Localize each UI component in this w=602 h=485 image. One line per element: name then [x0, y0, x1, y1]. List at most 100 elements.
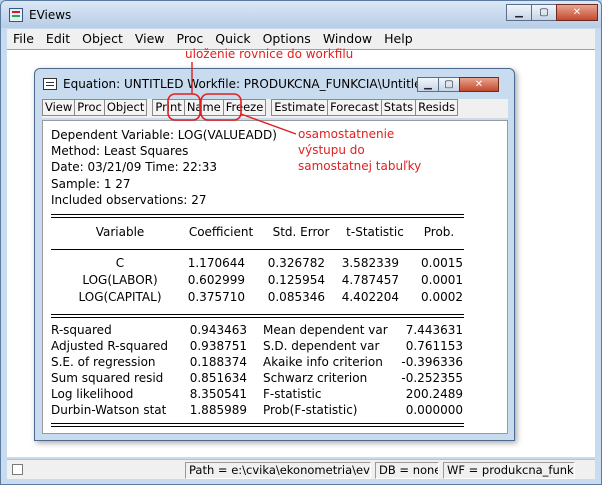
included-observations: Included observations: 27	[51, 192, 207, 207]
stat-label-right: Prob(F-statistic)	[263, 403, 358, 417]
stat-label-left: S.E. of regression	[51, 355, 156, 369]
output-header: Dependent Variable: LOG(VALUEADD) Method…	[51, 127, 277, 208]
stat-value-right: -0.252355	[401, 371, 463, 385]
coef-row-coefficient: 1.170644	[187, 256, 245, 270]
eviews-app-icon	[9, 7, 23, 22]
annotation-name-note: uloženie rovnice do workfilu	[185, 47, 354, 61]
status-wf: WF = produkcna_funkcia	[443, 462, 575, 479]
stat-label-left: Durbin-Watson stat	[51, 403, 167, 417]
object-button[interactable]: Object	[103, 99, 148, 116]
coef-row-std-error: 0.326782	[267, 256, 325, 270]
coef-row-std-error: 0.125954	[267, 273, 325, 287]
stat-value-right: 7.443631	[405, 323, 463, 337]
eq-maximize-icon[interactable]: ▢	[438, 77, 460, 92]
stat-label-right: F-statistic	[263, 387, 322, 401]
main-titlebar[interactable]: EViews ▁ ▢ ✕	[1, 1, 601, 28]
name-button[interactable]: Name	[183, 99, 224, 116]
col-prob: Prob.	[423, 225, 455, 239]
rule-top-2	[51, 217, 464, 218]
dependent-variable: Dependent Variable: LOG(VALUEADD)	[51, 128, 277, 142]
coef-row-t-statistic: 4.787457	[341, 273, 399, 287]
coef-row-prob: 0.0001	[421, 273, 463, 287]
equation-window-controls: ▁ ▢ ✕	[417, 77, 499, 94]
equation-title: Equation: UNTITLED Workfile: PRODUKCNA_F…	[63, 77, 430, 91]
stat-label-right: Schwarz criterion	[263, 371, 368, 385]
main-window-controls: ▁ ▢ ✕	[506, 4, 598, 21]
date-time: Date: 03/21/09 Time: 22:33	[51, 160, 218, 175]
stat-label-right: S.D. dependent var	[263, 339, 380, 353]
coef-row-coefficient: 0.602999	[187, 273, 245, 287]
rule-mid-2	[51, 314, 464, 315]
equation-window: Equation: UNTITLED Workfile: PRODUKCNA_F…	[34, 68, 515, 441]
rule-mid-3	[51, 317, 464, 318]
stat-value-right: 0.000000	[405, 403, 463, 417]
stat-label-left: Sum squared resid	[51, 371, 164, 385]
coef-row-variable: LOG(CAPITAL)	[78, 290, 162, 304]
menu-help[interactable]: Help	[378, 29, 419, 49]
freeze-button[interactable]: Freeze	[222, 99, 267, 116]
status-resize-box[interactable]	[12, 464, 23, 475]
method: Method: Least Squares	[51, 144, 189, 159]
annotation-freeze-note-1: osamostatnenie	[298, 127, 395, 141]
app-title: EViews	[29, 7, 72, 22]
stat-label-right: Mean dependent var	[263, 323, 388, 337]
menu-view[interactable]: View	[129, 29, 171, 49]
stat-value-left: 0.943463	[189, 323, 247, 337]
sample: Sample: 1 27	[51, 176, 131, 191]
coef-row-t-statistic: 4.402204	[341, 290, 399, 304]
maximize-icon[interactable]: ▢	[531, 4, 557, 21]
coef-row-coefficient: 0.375710	[187, 290, 245, 304]
equation-toolbar: View Proc Object Print Name Freeze Estim…	[42, 99, 508, 118]
proc-button[interactable]: Proc	[74, 99, 105, 116]
stat-label-left: Adjusted R-squared	[51, 339, 169, 353]
estimate-button[interactable]: Estimate	[271, 99, 329, 116]
coef-row-t-statistic: 3.582339	[341, 256, 399, 270]
minimize-icon[interactable]: ▁	[506, 4, 532, 21]
col-variable: Variable	[95, 225, 145, 239]
stat-label-left: R-squared	[51, 323, 112, 337]
stat-value-left: 8.350541	[189, 387, 247, 401]
rule-top-1	[51, 214, 464, 215]
stat-value-right: 200.2489	[405, 387, 463, 401]
eq-close-icon[interactable]: ✕	[459, 77, 499, 92]
stat-value-left: 0.938751	[189, 339, 247, 353]
annotation-freeze-note-2: výstupu do	[298, 143, 365, 157]
stats-button[interactable]: Stats	[380, 99, 417, 116]
coef-row-std-error: 0.085346	[267, 290, 325, 304]
menu-file[interactable]: File	[7, 29, 40, 49]
stat-label-right: Akaike info criterion	[263, 355, 383, 369]
rule-bottom-2	[51, 426, 464, 427]
stat-label-left: Log likelihood	[51, 387, 134, 401]
stat-value-right: 0.761153	[405, 339, 463, 353]
coef-row-prob: 0.0015	[421, 256, 463, 270]
close-icon[interactable]: ✕	[556, 4, 598, 21]
eq-minimize-icon[interactable]: ▁	[417, 77, 439, 92]
view-button[interactable]: View	[42, 99, 76, 116]
status-path: Path = e:\cvika\ekonometria\eview	[185, 462, 371, 479]
equation-output[interactable]: Dependent Variable: LOG(VALUEADD) Method…	[42, 120, 508, 434]
stat-value-left: 0.851634	[189, 371, 247, 385]
stat-value-right: -0.396336	[401, 355, 463, 369]
equation-icon	[43, 78, 57, 90]
status-db: DB = none	[375, 462, 439, 479]
col-coefficient: Coefficient	[188, 225, 254, 239]
equation-titlebar[interactable]: Equation: UNTITLED Workfile: PRODUKCNA_F…	[35, 69, 514, 99]
stat-value-left: 1.885989	[189, 403, 247, 417]
rule-bottom-1	[51, 423, 464, 424]
rule-mid-1	[51, 249, 464, 250]
coefficient-rows: C 1.170644 0.326782 3.582339 0.0015 LOG(…	[51, 256, 464, 310]
coef-row-variable: C	[115, 256, 125, 270]
coef-row-variable: LOG(LABOR)	[82, 273, 158, 287]
menu-edit[interactable]: Edit	[40, 29, 76, 49]
menu-object[interactable]: Object	[76, 29, 129, 49]
forecast-button[interactable]: Forecast	[327, 99, 382, 116]
col-t-statistic: t-Statistic	[346, 225, 404, 239]
statistics-table: R-squared 0.943463 Mean dependent var 7.…	[51, 323, 464, 423]
resids-button[interactable]: Resids	[415, 99, 459, 116]
stat-value-left: 0.188374	[189, 355, 247, 369]
coef-row-prob: 0.0002	[421, 290, 463, 304]
print-button[interactable]: Print	[152, 99, 185, 116]
status-bar: Path = e:\cvika\ekonometria\eview DB = n…	[7, 459, 595, 479]
col-std-error: Std. Error	[272, 225, 330, 239]
annotation-freeze-note-3: samostatnej tabuľky	[298, 159, 422, 173]
